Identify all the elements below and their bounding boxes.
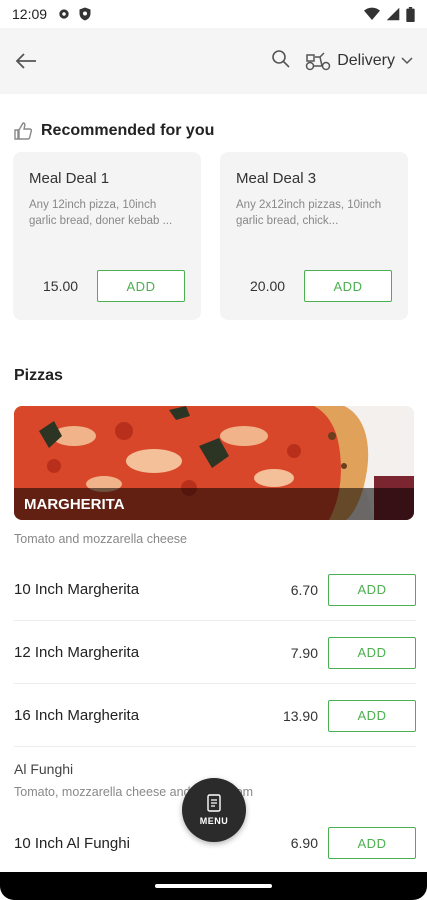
add-button[interactable]: ADD — [97, 270, 185, 302]
menu-item-name: 10 Inch Margherita — [14, 581, 140, 598]
add-button[interactable]: ADD — [328, 827, 416, 859]
search-button[interactable] — [271, 49, 291, 74]
home-handle[interactable] — [155, 884, 272, 888]
delivery-label: Delivery — [337, 52, 395, 69]
wifi-icon — [364, 7, 380, 21]
recommended-item-price: 20.00 — [250, 278, 286, 294]
settings-icon — [59, 9, 69, 19]
recommended-item-name: Meal Deal 1 — [29, 170, 110, 187]
menu-fab-label: MENU — [199, 816, 229, 826]
pizzas-title: Pizzas — [14, 367, 63, 384]
recommended-card-meal-deal-3[interactable]: Meal Deal 3 Any 2x12inch pizzas, 10inch … — [220, 152, 408, 320]
menu-document-icon — [207, 794, 221, 812]
signal-icon — [386, 7, 400, 21]
delivery-selector[interactable]: Delivery — [305, 51, 413, 71]
subcategory-title: Al Funghi — [14, 761, 74, 777]
menu-fab-button[interactable]: MENU — [182, 778, 246, 842]
menu-item-price: 6.70 — [290, 581, 318, 598]
menu-item-price: 6.90 — [290, 835, 318, 851]
recommended-title: Recommended for you — [41, 122, 215, 139]
menu-item-name: 10 Inch Al Funghi — [14, 834, 130, 852]
recommended-card-meal-deal-1[interactable]: Meal Deal 1 Any 12inch pizza, 10inch gar… — [13, 152, 201, 320]
menu-item-price: 7.90 — [290, 644, 318, 661]
shield-icon — [79, 7, 91, 21]
status-time: 12:09 — [12, 6, 48, 22]
menu-item-row[interactable]: 16 Inch Margherita 13.90 ADD — [14, 685, 416, 747]
battery-icon — [406, 6, 415, 22]
menu-item-row[interactable]: 12 Inch Margherita 7.90 ADD — [14, 622, 416, 684]
add-button[interactable]: ADD — [304, 270, 392, 302]
status-bar: 12:09 — [0, 0, 427, 28]
margherita-banner: MARGHERITA — [14, 406, 414, 520]
menu-item-price: 13.90 — [282, 707, 318, 724]
banner-label: MARGHERITA — [14, 488, 414, 520]
menu-item-name: 16 Inch Margherita — [14, 707, 140, 724]
recommended-item-price: 15.00 — [43, 278, 79, 294]
menu-item-row[interactable]: 10 Inch Margherita 6.70 ADD — [14, 559, 416, 621]
category-description: Tomato and mozzarella cheese — [14, 532, 188, 546]
arrow-left-icon — [15, 53, 36, 69]
search-icon — [272, 49, 290, 68]
add-button[interactable]: ADD — [328, 636, 416, 669]
scooter-icon — [305, 52, 331, 71]
system-nav-bar — [0, 872, 427, 900]
menu-item-name: 12 Inch Margherita — [14, 644, 140, 661]
add-button[interactable]: ADD — [328, 573, 416, 606]
add-button[interactable]: ADD — [328, 699, 416, 732]
app-bar: Delivery — [0, 28, 427, 94]
recommended-item-desc: Any 12inch pizza, 10inch garlic bread, d… — [29, 199, 173, 227]
recommended-item-name: Meal Deal 3 — [236, 170, 317, 187]
chevron-down-icon — [401, 57, 413, 65]
thumbs-up-icon — [14, 122, 33, 140]
back-button[interactable] — [14, 49, 38, 73]
recommended-item-desc: Any 2x12inch pizzas, 10inch garlic bread… — [236, 199, 382, 227]
